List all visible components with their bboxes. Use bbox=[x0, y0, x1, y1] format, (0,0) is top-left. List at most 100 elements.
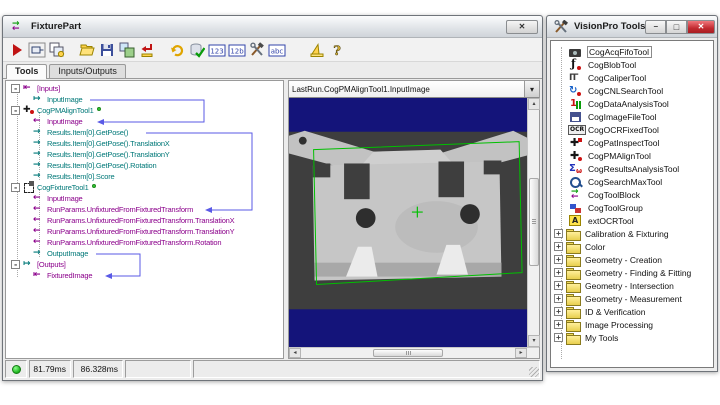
image-source-combobox[interactable]: LastRun.CogPMAlignTool1.InputImage bbox=[289, 81, 539, 98]
folder-geometry-measurement[interactable]: Geometry - Measurement bbox=[551, 292, 713, 305]
scroll-right-icon[interactable] bbox=[515, 348, 527, 358]
values-123-button[interactable]: 123 bbox=[208, 41, 226, 59]
image-display[interactable] bbox=[289, 98, 527, 347]
tool-item-cnlsearch[interactable]: CogCNLSearchTool bbox=[551, 84, 713, 97]
tool-item-caliper[interactable]: CogCaliperTool bbox=[551, 71, 713, 84]
values-12b-button[interactable]: 12b bbox=[228, 41, 246, 59]
folder-calibration-fixturing[interactable]: Calibration & Fixturing bbox=[551, 227, 713, 240]
data-ok-button[interactable] bbox=[188, 41, 206, 59]
tab-inputs-outputs[interactable]: Inputs/Outputs bbox=[49, 64, 126, 78]
tree-item-fixture-tool[interactable]: CogFixtureTool1 bbox=[6, 182, 283, 193]
expand-toggle[interactable] bbox=[554, 294, 563, 303]
scroll-left-icon[interactable] bbox=[289, 348, 301, 358]
open-file-button[interactable] bbox=[78, 41, 96, 59]
folder-my-tools[interactable]: My Tools bbox=[551, 331, 713, 344]
tree-item[interactable]: Results.Item[0].GetPose().TranslationX bbox=[6, 138, 283, 149]
chevron-down-icon[interactable] bbox=[524, 81, 539, 97]
tree-item[interactable]: RunParams.UnfixturedFromFixturedTransfor… bbox=[6, 226, 283, 237]
folder-id-verification[interactable]: ID & Verification bbox=[551, 305, 713, 318]
edit-tools-button[interactable] bbox=[248, 41, 266, 59]
vertical-scrollbar[interactable] bbox=[527, 98, 539, 347]
fixturepart-window: FixturePart 123 12b abc ? Tools Inputs/O… bbox=[2, 15, 543, 381]
input-terminal-icon bbox=[33, 237, 46, 248]
resize-grip[interactable] bbox=[529, 367, 539, 377]
expand-toggle[interactable] bbox=[554, 255, 563, 264]
folder-color[interactable]: Color bbox=[551, 240, 713, 253]
profiler-button[interactable] bbox=[308, 41, 326, 59]
tree-item[interactable]: RunParams.UnfixturedFromFixturedTransfor… bbox=[6, 237, 283, 248]
close-button[interactable] bbox=[687, 20, 715, 34]
show-image-button[interactable] bbox=[48, 41, 66, 59]
folder-icon bbox=[565, 332, 581, 344]
tool-item-extocr[interactable]: extOCRTool bbox=[551, 214, 713, 227]
folder-geometry-finding[interactable]: Geometry - Finding & Fitting bbox=[551, 266, 713, 279]
tool-item-blob[interactable]: CogBlobTool bbox=[551, 58, 713, 71]
expand-toggle[interactable] bbox=[554, 333, 563, 342]
folder-icon bbox=[565, 254, 581, 266]
values-abc-button[interactable]: abc bbox=[268, 41, 286, 59]
horizontal-scrollbar[interactable] bbox=[289, 347, 539, 358]
minimize-button[interactable] bbox=[645, 20, 666, 34]
help-button[interactable]: ? bbox=[328, 41, 346, 59]
close-button[interactable] bbox=[506, 20, 538, 34]
input-terminal-icon bbox=[33, 116, 46, 127]
tools-titlebar[interactable]: VisionPro Tools bbox=[547, 16, 717, 38]
folder-geometry-creation[interactable]: Geometry - Creation bbox=[551, 253, 713, 266]
tree-item[interactable]: RunParams.UnfixturedFromFixturedTransfor… bbox=[6, 204, 283, 215]
output-terminal-icon bbox=[33, 248, 46, 259]
folder-icon bbox=[565, 319, 581, 331]
tree-item[interactable]: OutputImage bbox=[6, 248, 283, 259]
expand-toggle[interactable] bbox=[554, 307, 563, 316]
window-title: VisionPro Tools bbox=[574, 21, 645, 32]
reset-button[interactable] bbox=[138, 41, 156, 59]
tree-item[interactable]: FixturedImage bbox=[6, 270, 283, 281]
save-file-button[interactable] bbox=[98, 41, 116, 59]
tool-item-ocrfixed[interactable]: CogOCRFixedTool bbox=[551, 123, 713, 136]
tree-item[interactable]: InputImage bbox=[6, 116, 283, 127]
image-pane: LastRun.CogPMAlignTool1.InputImage bbox=[288, 80, 540, 359]
tree-item[interactable]: Results.Item[0].GetPose().TranslationY bbox=[6, 149, 283, 160]
tool-item-resultsanalysis[interactable]: CogResultsAnalysisTool bbox=[551, 162, 713, 175]
folder-image-processing[interactable]: Image Processing bbox=[551, 318, 713, 331]
expand-toggle[interactable] bbox=[554, 229, 563, 238]
tree-item-outputs[interactable]: [Outputs] bbox=[6, 259, 283, 270]
tree-item[interactable]: Results.Item[0].Score bbox=[6, 171, 283, 182]
copy-tool-button[interactable] bbox=[118, 41, 136, 59]
tree-item-inputs[interactable]: [Inputs] bbox=[6, 83, 283, 94]
tool-item-patinspect[interactable]: CogPatInspectTool bbox=[551, 136, 713, 149]
expand-toggle[interactable] bbox=[554, 242, 563, 251]
tree-item[interactable]: InputImage bbox=[6, 94, 283, 105]
horizontal-scroll-thumb[interactable] bbox=[373, 349, 443, 357]
scroll-down-icon[interactable] bbox=[528, 335, 540, 347]
expand-toggle[interactable] bbox=[11, 183, 20, 192]
rerun-button[interactable] bbox=[168, 41, 186, 59]
tool-item-pmalign[interactable]: CogPMAlignTool bbox=[551, 149, 713, 162]
expand-toggle[interactable] bbox=[11, 260, 20, 269]
folder-geometry-intersection[interactable]: Geometry - Intersection bbox=[551, 279, 713, 292]
expand-toggle[interactable] bbox=[554, 281, 563, 290]
expand-toggle[interactable] bbox=[554, 268, 563, 277]
tools-list: CogAcqFifoTool CogBlobTool CogCaliperToo… bbox=[550, 40, 714, 368]
tree-item[interactable]: InputImage bbox=[6, 193, 283, 204]
tree-item[interactable]: Results.Item[0].GetPose().Rotation bbox=[6, 160, 283, 171]
tree-item-pmalign-tool[interactable]: CogPMAlignTool1 bbox=[6, 105, 283, 116]
tree-item-label: FixturedImage bbox=[46, 271, 92, 280]
tool-item-toolgroup[interactable]: CogToolGroup bbox=[551, 201, 713, 214]
maximize-button[interactable] bbox=[666, 20, 687, 34]
tree-item[interactable]: RunParams.UnfixturedFromFixturedTransfor… bbox=[6, 215, 283, 226]
run-status-led bbox=[12, 365, 21, 374]
tree-item[interactable]: Results.Item[0].GetPose() bbox=[6, 127, 283, 138]
expand-toggle[interactable] bbox=[11, 106, 20, 115]
expand-toggle[interactable] bbox=[11, 84, 20, 93]
visionpro-tools-window: VisionPro Tools CogAcqFifoTool CogBlobTo… bbox=[546, 15, 718, 372]
tool-item-imagefile[interactable]: CogImageFileTool bbox=[551, 110, 713, 123]
vertical-scroll-thumb[interactable] bbox=[529, 178, 539, 266]
scroll-up-icon[interactable] bbox=[528, 98, 540, 110]
tool-item-dataanalysis[interactable]: CogDataAnalysisTool bbox=[551, 97, 713, 110]
tool-item-toolblock[interactable]: CogToolBlock bbox=[551, 188, 713, 201]
expand-toggle[interactable] bbox=[554, 320, 563, 329]
fixturepart-titlebar[interactable]: FixturePart bbox=[3, 16, 542, 38]
run-params-button[interactable] bbox=[28, 41, 46, 59]
run-button[interactable] bbox=[8, 41, 26, 59]
tab-tools[interactable]: Tools bbox=[6, 64, 47, 79]
